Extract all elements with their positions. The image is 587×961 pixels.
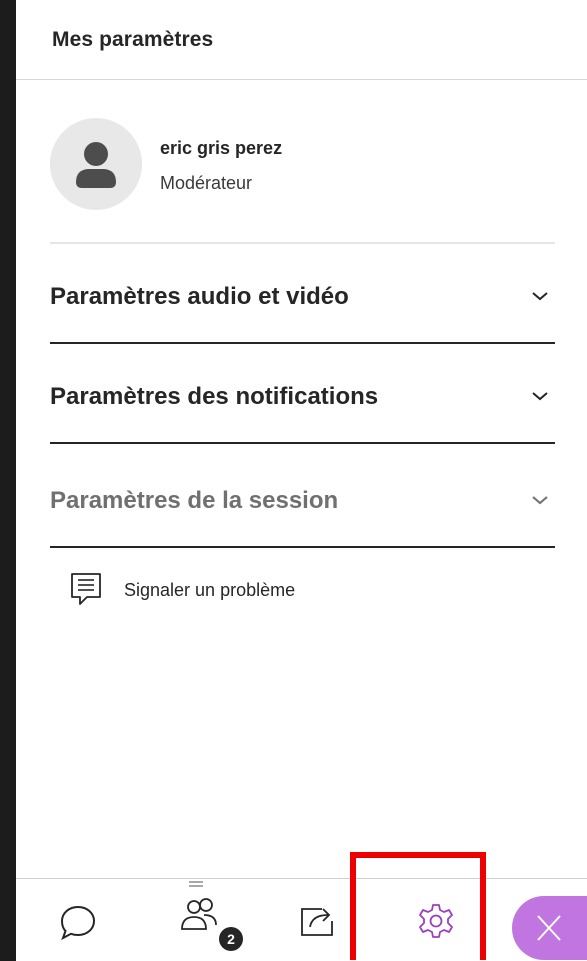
user-profile: eric gris perez Modérateur: [50, 118, 555, 244]
report-problem-icon: [71, 573, 101, 605]
participants-count-badge: 2: [219, 927, 243, 951]
chat-bubble-icon: [60, 905, 96, 941]
panel-title: Mes paramètres: [52, 27, 214, 51]
participants-icon: [181, 898, 217, 930]
section-label: Paramètres de la session: [50, 487, 339, 514]
user-avatar-icon: [50, 118, 142, 210]
report-problem-link[interactable]: Signaler un problème: [70, 570, 295, 610]
chevron-down-icon: [532, 496, 548, 505]
section-session[interactable]: Paramètres de la session: [50, 448, 555, 548]
settings-panel: Mes paramètres eric gris perez Modérateu…: [16, 0, 587, 961]
close-panel-button[interactable]: [512, 896, 587, 960]
bottom-tab-bar: 2: [16, 878, 587, 961]
chevron-down-icon: [532, 292, 548, 301]
share-icon: [301, 908, 333, 936]
settings-highlight-box: [350, 852, 486, 960]
section-audio-video[interactable]: Paramètres audio et vidéo: [50, 244, 555, 344]
close-icon: [537, 915, 561, 941]
user-name: eric gris perez: [160, 138, 283, 158]
section-notifications[interactable]: Paramètres des notifications: [50, 344, 555, 444]
app-frame: Mes paramètres eric gris perez Modérateu…: [0, 0, 587, 961]
report-problem-label: Signaler un problème: [124, 579, 296, 600]
section-label: Paramètres audio et vidéo: [50, 283, 349, 310]
user-role: Modérateur: [160, 173, 253, 193]
panel-header: Mes paramètres: [16, 0, 587, 80]
tab-participants[interactable]: 2: [176, 879, 256, 961]
section-label: Paramètres des notifications: [50, 383, 379, 410]
chevron-down-icon: [532, 392, 548, 401]
tab-chat[interactable]: [56, 879, 136, 961]
